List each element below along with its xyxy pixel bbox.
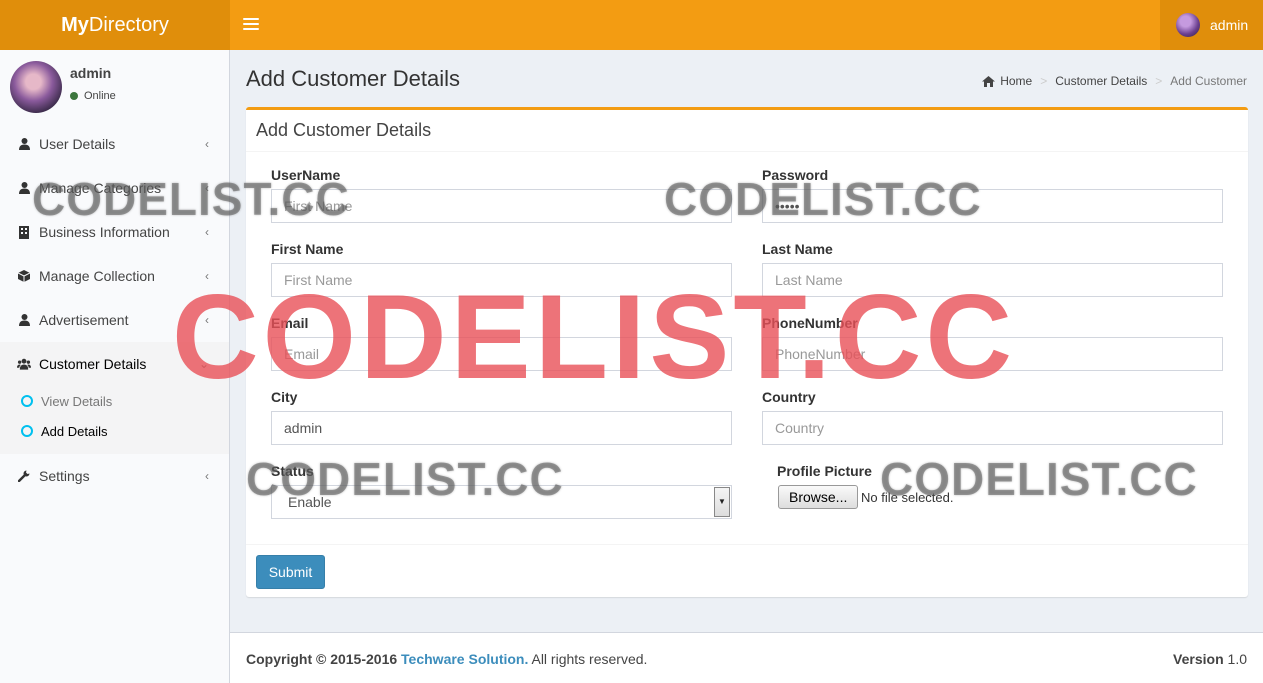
chevron-down-icon: ⌄ <box>198 357 209 371</box>
company-link[interactable]: Techware Solution. <box>401 651 528 667</box>
user-status: Online <box>70 90 116 102</box>
dropdown-arrow-icon: ▼ <box>714 487 730 517</box>
status-label: Status <box>271 463 314 479</box>
password-label: Password <box>762 167 829 183</box>
wrench-icon <box>17 470 31 482</box>
online-status-icon <box>70 92 78 100</box>
breadcrumb-current: Add Customer <box>1170 74 1247 88</box>
submit-button[interactable]: Submit <box>256 555 325 589</box>
profile-picture-label: Profile Picture <box>777 463 872 479</box>
breadcrumb-home[interactable]: Home <box>982 74 1032 88</box>
country-input[interactable] <box>762 411 1223 445</box>
email-label: Email <box>271 315 309 331</box>
user-icon <box>17 182 31 194</box>
last-name-input[interactable] <box>762 263 1223 297</box>
cube-icon <box>17 270 31 282</box>
app-logo[interactable]: MyDirectory <box>0 0 230 50</box>
add-customer-form-box: Add Customer Details UserName Password F… <box>246 107 1248 597</box>
breadcrumb-customer-details[interactable]: Customer Details <box>1055 74 1147 88</box>
sidebar-item-advertisement[interactable]: Advertisement ‹ <box>0 298 229 342</box>
password-input[interactable] <box>762 189 1223 223</box>
browse-file-button[interactable]: Browse... <box>778 485 859 509</box>
username-input[interactable] <box>271 189 732 223</box>
city-label: City <box>271 389 298 405</box>
sidebar-item-business-information[interactable]: Business Information ‹ <box>0 210 229 254</box>
chevron-left-icon: ‹ <box>205 469 209 483</box>
users-icon <box>17 358 31 370</box>
chevron-left-icon: ‹ <box>205 225 209 239</box>
phone-input[interactable] <box>762 337 1223 371</box>
chevron-left-icon: ‹ <box>205 181 209 195</box>
sidebar-user-name: admin <box>70 65 112 81</box>
sidebar-menu: User Details ‹ Manage Categories ‹ Busin… <box>0 122 229 498</box>
page-title: Add Customer Details <box>246 66 460 91</box>
user-icon <box>17 314 31 326</box>
sidebar: admin Online User Details ‹ Manage Categ… <box>0 50 230 683</box>
sidebar-item-user-details[interactable]: User Details ‹ <box>0 122 229 166</box>
box-title: Add Customer Details <box>246 110 1248 152</box>
city-input[interactable] <box>271 411 732 445</box>
page-footer: Copyright © 2015-2016 Techware Solution.… <box>230 632 1263 683</box>
customer-details-submenu: View Details Add Details <box>0 386 229 454</box>
sidebar-subitem-add-details[interactable]: Add Details <box>0 416 229 446</box>
last-name-label: Last Name <box>762 241 833 257</box>
breadcrumb: Home > Customer Details > Add Customer <box>982 74 1247 88</box>
username-label: UserName <box>271 167 341 183</box>
sidebar-toggle-button[interactable] <box>243 15 259 35</box>
sidebar-subitem-view-details[interactable]: View Details <box>0 386 229 416</box>
status-select[interactable]: Enable ▼ <box>271 485 732 519</box>
box-footer: Submit <box>246 544 1248 600</box>
chevron-left-icon: ‹ <box>205 313 209 327</box>
avatar <box>1176 13 1200 37</box>
dashboard-icon <box>982 75 996 87</box>
sidebar-item-customer-details[interactable]: Customer Details ⌄ <box>0 342 229 386</box>
building-icon <box>17 225 31 239</box>
user-icon <box>17 138 31 150</box>
first-name-input[interactable] <box>271 263 732 297</box>
sidebar-item-manage-categories[interactable]: Manage Categories ‹ <box>0 166 229 210</box>
user-panel: admin Online <box>0 50 229 122</box>
file-status-text: No file selected. <box>861 490 954 505</box>
sidebar-item-settings[interactable]: Settings ‹ <box>0 454 229 498</box>
user-menu-button[interactable]: admin <box>1160 0 1263 50</box>
chevron-left-icon: ‹ <box>205 269 209 283</box>
avatar <box>10 61 62 113</box>
chevron-left-icon: ‹ <box>205 137 209 151</box>
version-text: Version 1.0 <box>1173 651 1247 667</box>
copyright-text: Copyright © 2015-2016 Techware Solution.… <box>246 651 648 667</box>
first-name-label: First Name <box>271 241 344 257</box>
phone-label: PhoneNumber <box>762 315 858 331</box>
header-user-name: admin <box>1210 17 1249 33</box>
sidebar-item-manage-collection[interactable]: Manage Collection ‹ <box>0 254 229 298</box>
email-input[interactable] <box>271 337 732 371</box>
circle-icon <box>21 395 33 407</box>
country-label: Country <box>762 389 816 405</box>
top-navbar: MyDirectory admin <box>0 0 1263 50</box>
circle-icon <box>21 425 33 437</box>
